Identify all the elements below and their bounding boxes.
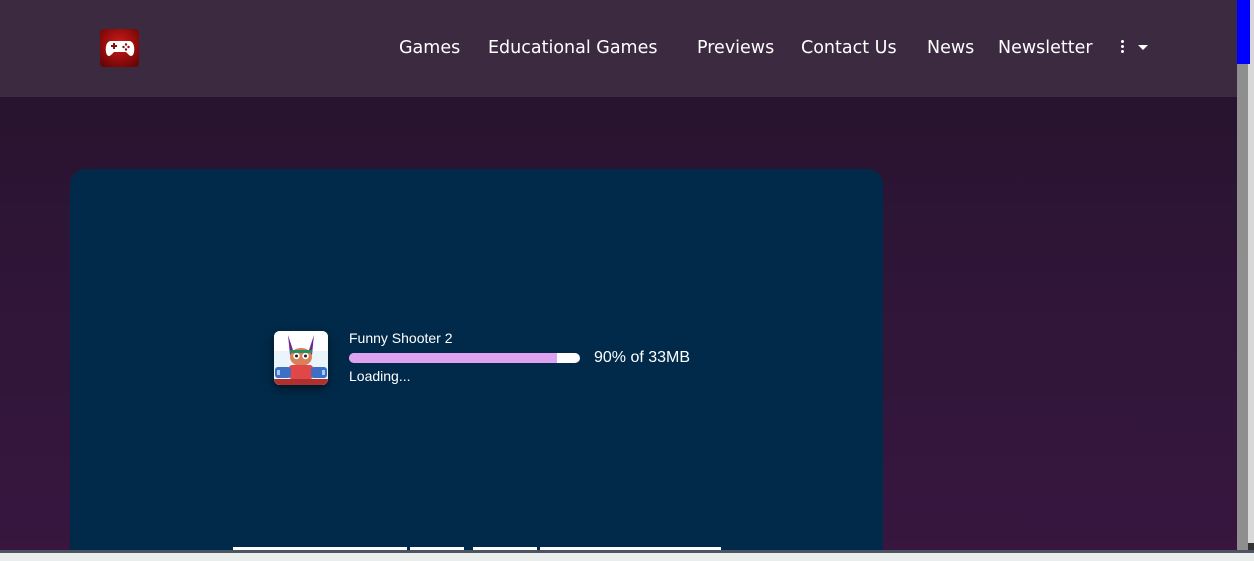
progress-text: 90% of 33MB — [594, 349, 691, 366]
scrollbar-corner — [1248, 543, 1254, 550]
nav-contact-us[interactable]: Contact Us — [801, 34, 897, 62]
progress-bar — [349, 353, 580, 363]
game-title: Funny Shooter 2 — [349, 330, 453, 346]
nav-news[interactable]: News — [927, 34, 974, 62]
game-character-image — [274, 331, 328, 385]
caret-down-icon — [1138, 45, 1148, 50]
site-header: Games Educational Games Previews Contact… — [0, 0, 1237, 97]
kebab-icon — [1121, 40, 1124, 56]
nav-previews[interactable]: Previews — [697, 34, 774, 62]
gamepad-icon — [105, 41, 134, 56]
more-menu-button[interactable] — [1117, 38, 1151, 58]
progress-bar-fill — [349, 353, 557, 363]
nav-games[interactable]: Games — [399, 34, 460, 62]
status-bar — [0, 550, 1254, 561]
page-scrollbar[interactable] — [1237, 0, 1254, 550]
game-thumbnail — [274, 331, 328, 385]
scrollbar-track[interactable] — [1237, 64, 1248, 550]
nav-newsletter[interactable]: Newsletter — [998, 34, 1093, 62]
scrollbar-thumb[interactable] — [1237, 0, 1250, 64]
nav-educational-games[interactable]: Educational Games — [488, 34, 658, 62]
loading-status: Loading... — [349, 368, 411, 384]
game-loader-panel — [70, 169, 883, 561]
gamepad-logo-icon[interactable] — [100, 29, 139, 67]
